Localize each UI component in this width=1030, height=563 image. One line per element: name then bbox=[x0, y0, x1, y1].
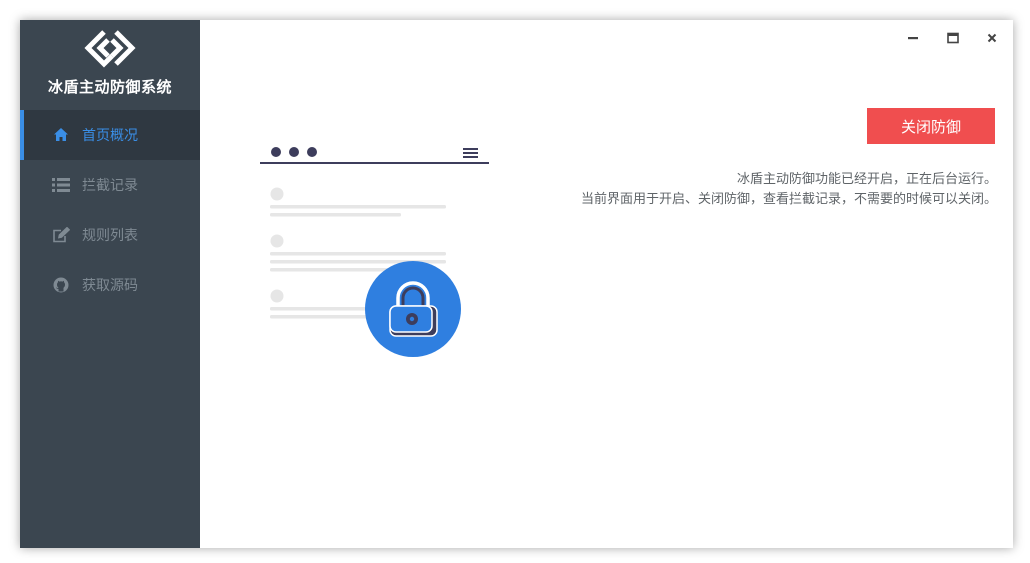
close-icon bbox=[987, 33, 997, 43]
close-button[interactable] bbox=[980, 28, 1004, 48]
sidebar-item-overview[interactable]: 首页概况 bbox=[20, 110, 200, 160]
maximize-icon bbox=[947, 32, 959, 44]
maximize-button[interactable] bbox=[941, 28, 965, 48]
main-panel: 关闭防御 冰盾主动防御功能已经开启，正在后台运行。 当前界面用于开启、关闭防御，… bbox=[200, 20, 1013, 548]
minimize-icon bbox=[908, 37, 918, 40]
github-icon bbox=[52, 276, 70, 294]
sidebar-item-source-code[interactable]: 获取源码 bbox=[20, 260, 200, 310]
minimize-button[interactable] bbox=[901, 28, 925, 48]
list-icon bbox=[52, 176, 70, 194]
sidebar: 冰盾主动防御系统 首页概况 拦截记录 规则列表 获取源码 bbox=[20, 20, 200, 548]
app-title: 冰盾主动防御系统 bbox=[47, 78, 172, 96]
sidebar-item-label: 首页概况 bbox=[82, 128, 138, 144]
diamond-link-logo bbox=[84, 30, 136, 68]
locked-page-illustration bbox=[260, 147, 489, 357]
sidebar-item-intercept-log[interactable]: 拦截记录 bbox=[20, 160, 200, 210]
sidebar-item-label: 规则列表 bbox=[82, 228, 138, 244]
sidebar-item-label: 获取源码 bbox=[82, 278, 138, 294]
edit-icon bbox=[52, 226, 70, 244]
disable-defense-button[interactable]: 关闭防御 bbox=[867, 108, 995, 144]
lock-icon bbox=[365, 261, 461, 357]
brand: 冰盾主动防御系统 bbox=[20, 20, 200, 110]
sidebar-item-label: 拦截记录 bbox=[82, 178, 138, 194]
sidebar-nav: 首页概况 拦截记录 规则列表 获取源码 bbox=[20, 110, 200, 310]
status-line: 冰盾主动防御功能已经开启，正在后台运行。 bbox=[736, 172, 997, 187]
sidebar-item-rules[interactable]: 规则列表 bbox=[20, 210, 200, 260]
app-window: 冰盾主动防御系统 首页概况 拦截记录 规则列表 获取源码 关闭防御 冰盾主动防御… bbox=[20, 20, 1013, 548]
home-icon bbox=[52, 126, 70, 144]
status-line: 当前界面用于开启、关闭防御，查看拦截记录，不需要的时候可以关闭。 bbox=[580, 192, 997, 207]
status-description: 冰盾主动防御功能已经开启，正在后台运行。 当前界面用于开启、关闭防御，查看拦截记… bbox=[581, 170, 997, 210]
